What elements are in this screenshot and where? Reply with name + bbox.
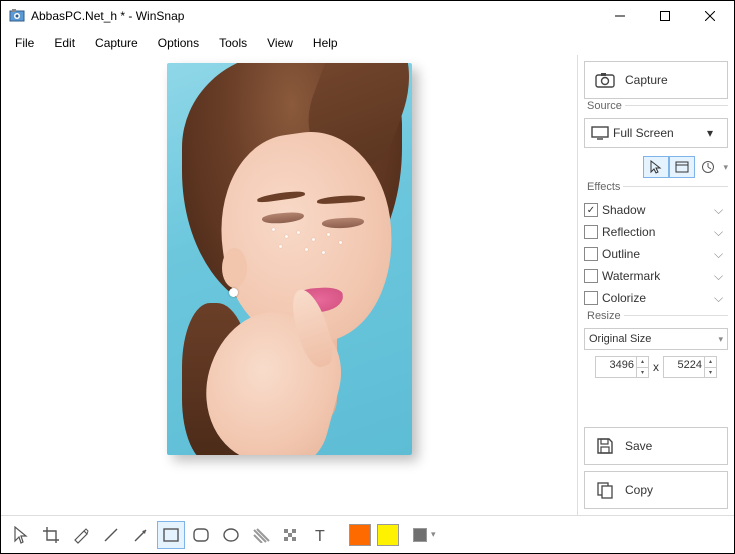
color-swatch-2[interactable] [377, 524, 399, 546]
menu-options[interactable]: Options [148, 33, 209, 53]
tool-arrow[interactable] [127, 521, 155, 549]
menubar: File Edit Capture Options Tools View Hel… [1, 31, 734, 55]
chevron-down-icon: ▾ [718, 334, 723, 345]
menu-tools[interactable]: Tools [209, 33, 257, 53]
width-input[interactable]: 3496 ▴▾ [595, 356, 649, 378]
tool-rounded-rect[interactable] [187, 521, 215, 549]
window-option[interactable] [669, 156, 695, 178]
effect-shadow[interactable]: ✓ Shadow ⌵ [584, 199, 728, 221]
height-spinner[interactable]: ▴▾ [704, 357, 716, 377]
chevron-down-icon[interactable]: ⌵ [714, 269, 728, 284]
camera-icon [595, 72, 615, 88]
dropdown-arrow-icon: ▾ [707, 126, 721, 140]
tool-line[interactable] [97, 521, 125, 549]
color-swatch-3[interactable] [413, 528, 427, 542]
width-value: 3496 [596, 357, 636, 377]
resize-mode-label: Original Size [589, 333, 718, 345]
tool-pointer[interactable] [7, 521, 35, 549]
resize-group-label: Resize [584, 310, 624, 322]
stroke-size-chevron-icon[interactable]: ▾ [431, 529, 436, 540]
effect-watermark[interactable]: Watermark ⌵ [584, 265, 728, 287]
canvas-area[interactable] [1, 55, 577, 515]
watermark-checkbox[interactable] [584, 269, 598, 283]
effect-outline[interactable]: Outline ⌵ [584, 243, 728, 265]
colorize-label: Colorize [602, 291, 710, 305]
maximize-button[interactable] [642, 2, 687, 30]
minimize-button[interactable] [597, 2, 642, 30]
outline-checkbox[interactable] [584, 247, 598, 261]
copy-icon [595, 481, 615, 499]
app-icon [9, 8, 25, 24]
effects-group: Effects ✓ Shadow ⌵ Reflection ⌵ Outline … [584, 186, 728, 309]
tool-highlighter[interactable] [67, 521, 95, 549]
menu-edit[interactable]: Edit [44, 33, 85, 53]
reflection-label: Reflection [602, 225, 710, 239]
chevron-down-icon[interactable]: ⌵ [714, 291, 728, 306]
capture-button[interactable]: Capture [584, 61, 728, 99]
width-spinner[interactable]: ▴▾ [636, 357, 648, 377]
capture-label: Capture [625, 73, 668, 87]
save-button[interactable]: Save [584, 427, 728, 465]
titlebar: AbbasPC.Net_h * - WinSnap [1, 1, 734, 31]
chevron-down-icon[interactable]: ⌵ [714, 247, 728, 262]
delay-option[interactable] [695, 156, 721, 178]
menu-capture[interactable]: Capture [85, 33, 148, 53]
workarea: Capture Source Full Screen ▾ [1, 55, 734, 515]
menu-file[interactable]: File [5, 33, 44, 53]
watermark-label: Watermark [602, 269, 710, 283]
source-options: ▾ [584, 154, 728, 180]
delay-chevron-icon[interactable]: ▾ [723, 162, 728, 173]
copy-label: Copy [625, 483, 653, 497]
tool-rectangle[interactable] [157, 521, 185, 549]
source-dropdown[interactable]: Full Screen ▾ [584, 118, 728, 148]
effects-group-label: Effects [584, 181, 623, 193]
save-label: Save [625, 439, 652, 453]
dimension-x-label: x [653, 360, 659, 374]
effect-colorize[interactable]: Colorize ⌵ [584, 287, 728, 309]
chevron-down-icon[interactable]: ⌵ [714, 225, 728, 240]
svg-text:T: T [315, 528, 325, 543]
side-panel: Capture Source Full Screen ▾ [577, 55, 734, 515]
source-group-label: Source [584, 100, 625, 112]
copy-button[interactable]: Copy [584, 471, 728, 509]
resize-mode-dropdown[interactable]: Original Size ▾ [584, 328, 728, 350]
cursor-option[interactable] [643, 156, 669, 178]
color-swatch-1[interactable] [349, 524, 371, 546]
window-title: AbbasPC.Net_h * - WinSnap [31, 9, 597, 23]
resize-group: Resize Original Size ▾ 3496 ▴▾ x 5224 ▴▾ [584, 315, 728, 378]
tool-blur[interactable] [247, 521, 275, 549]
height-input[interactable]: 5224 ▴▾ [663, 356, 717, 378]
source-group: Source Full Screen ▾ ▾ [584, 105, 728, 180]
tool-crop[interactable] [37, 521, 65, 549]
save-icon [595, 437, 615, 455]
close-button[interactable] [687, 2, 732, 30]
colorize-checkbox[interactable] [584, 291, 598, 305]
shadow-checkbox[interactable]: ✓ [584, 203, 598, 217]
tool-ellipse[interactable] [217, 521, 245, 549]
reflection-checkbox[interactable] [584, 225, 598, 239]
effect-reflection[interactable]: Reflection ⌵ [584, 221, 728, 243]
monitor-icon [591, 126, 613, 140]
shadow-label: Shadow [602, 203, 710, 217]
captured-image[interactable] [167, 63, 412, 455]
menu-view[interactable]: View [257, 33, 303, 53]
source-selected: Full Screen [613, 126, 707, 140]
tool-pixelate[interactable] [277, 521, 305, 549]
menu-help[interactable]: Help [303, 33, 348, 53]
tool-text[interactable]: T [307, 521, 335, 549]
chevron-down-icon[interactable]: ⌵ [714, 203, 728, 218]
height-value: 5224 [664, 357, 704, 377]
bottom-toolbar: T ▾ [1, 515, 734, 553]
outline-label: Outline [602, 247, 710, 261]
